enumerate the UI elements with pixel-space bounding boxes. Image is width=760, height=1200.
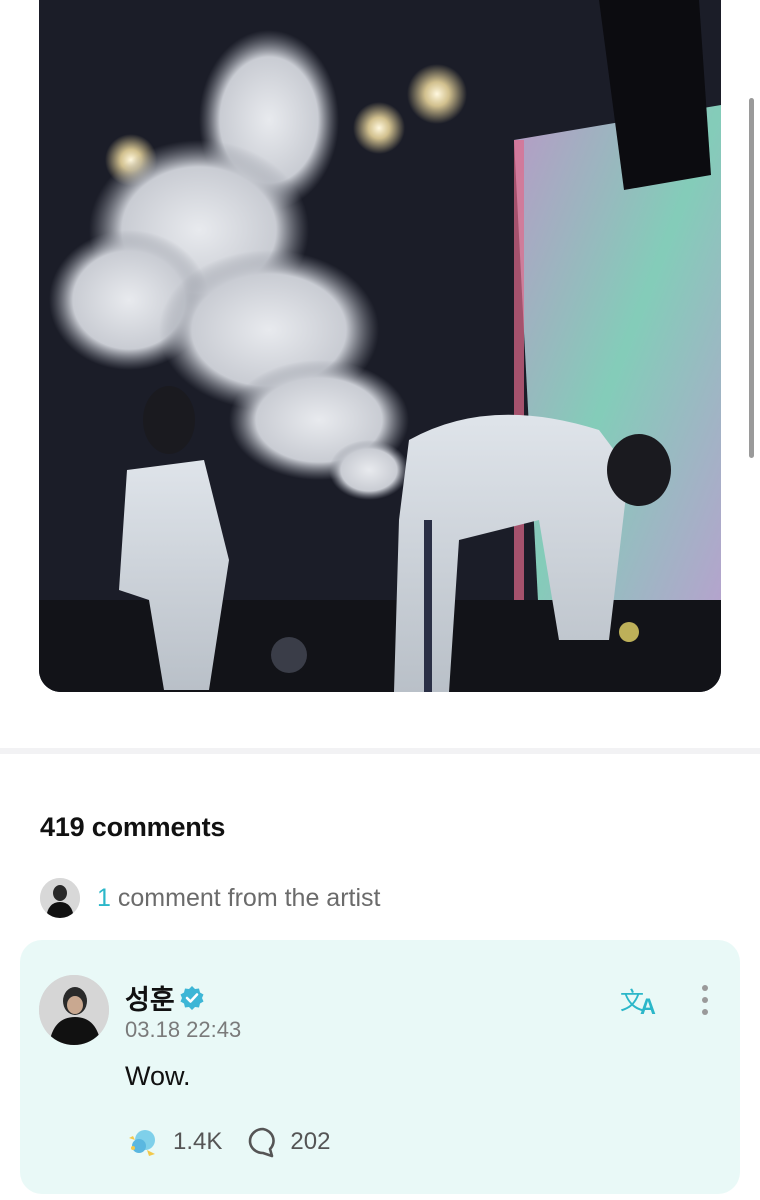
scrollbar[interactable] [749,98,754,458]
artist-comment-count: 1 [97,883,111,912]
cheer-icon[interactable] [125,1124,161,1160]
commenter-avatar[interactable] [39,975,109,1045]
post-media[interactable] [39,0,721,692]
reply-icon[interactable] [246,1125,280,1159]
section-divider [0,748,760,754]
artist-comments-link[interactable]: 1 comment from the artist [40,878,380,918]
svg-text:A: A [640,994,656,1018]
comment-author[interactable]: 성훈 [125,978,205,1017]
comment-reactions: 1.4K 202 [125,1124,330,1160]
verified-badge-icon [180,985,204,1010]
artist-avatar [40,878,80,918]
concert-photo [39,0,721,692]
more-options-icon[interactable] [695,982,715,1018]
artist-comment-card[interactable]: 성훈 03.18 22:43 Wow. 文 A 1.4K 202 [20,940,740,1194]
comment-text: Wow. [125,1061,191,1091]
author-name: 성훈 [125,985,175,1015]
comments-count: 419 comments [40,812,226,842]
comment-timestamp: 03.18 22:43 [125,1017,242,1042]
translate-icon[interactable]: 文 A [620,982,664,1018]
reply-count: 202 [290,1128,331,1155]
like-count: 1.4K [173,1128,223,1155]
artist-comment-label: comment from the artist [117,883,381,912]
